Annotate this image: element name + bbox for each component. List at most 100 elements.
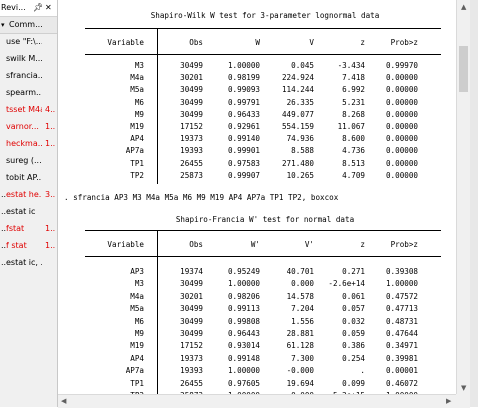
table-cell: 0.99148 (227, 353, 260, 363)
review-item[interactable]: sfrancia... (0, 67, 57, 84)
table-cell: 0.47644 (385, 329, 418, 338)
right-window-edge (470, 0, 478, 407)
table-cell: 30201 (180, 73, 203, 83)
row-variable: M9 (134, 109, 144, 119)
column-header-command[interactable]: Comm... (9, 17, 43, 33)
review-item[interactable]: .. f stat 1.. (0, 237, 57, 254)
table-cell: 0.99113 (227, 304, 260, 314)
table-cell: 0.46072 (385, 378, 418, 388)
review-item[interactable]: ..estat ic, ... (0, 254, 57, 271)
review-column-header[interactable]: ▾ Comm... (0, 17, 57, 34)
table-cell: 30201 (180, 291, 203, 301)
table-cell: 8.268 (342, 109, 365, 119)
sfrancia-top-rule (85, 230, 441, 231)
table-cell: 17152 (180, 341, 203, 351)
review-item-command: estat ic (6, 207, 36, 216)
vertical-scrollbar[interactable]: ▲ ▼ (456, 0, 471, 394)
review-item-command: sfrancia... (6, 71, 42, 80)
sfrancia-title: Shapiro-Francia W' test for normal data (175, 215, 355, 224)
table-cell: 11.067 (337, 122, 365, 131)
table-cell: 17152 (180, 122, 203, 131)
review-item[interactable]: spearm... (0, 84, 57, 101)
review-item-command: estat he... (6, 190, 42, 199)
table-cell: 0.96443 (227, 329, 260, 338)
table-cell: 0.271 (342, 267, 365, 276)
table-cell: 0.00000 (385, 97, 418, 107)
table-cell: 0.99808 (227, 316, 260, 326)
row-variable: AP4 (130, 134, 144, 144)
scroll-up-icon[interactable]: ▲ (461, 2, 466, 12)
table-cell: 30499 (180, 316, 203, 326)
table-cell: 30499 (180, 97, 203, 107)
table-cell: 0.93014 (227, 341, 260, 351)
row-variable: M3 (134, 61, 144, 70)
row-variable: AP7a (125, 366, 144, 376)
review-item-command: use "F:\... (6, 37, 42, 46)
table-cell: 25873 (180, 170, 203, 180)
table-cell: 0.92961 (227, 122, 260, 131)
row-variable: AP3 (130, 267, 144, 276)
table-cell: 0.99970 (385, 61, 418, 70)
table-cell: 0.97605 (227, 378, 260, 388)
table-cell: 4.736 (342, 146, 365, 156)
horizontal-scrollbar[interactable]: ◀ ▶ (58, 394, 470, 408)
table-cell: 30499 (180, 279, 203, 289)
review-item[interactable]: .. fstat 1.. (0, 220, 57, 237)
review-item[interactable]: varnor... 1.. (0, 118, 57, 135)
review-item[interactable]: use "F:\... (0, 33, 57, 50)
review-item[interactable]: sureg (... (0, 152, 57, 169)
table-cell: 0.00000 (385, 134, 418, 144)
table-cell: . (360, 366, 365, 376)
table-cell: 6.992 (342, 85, 365, 95)
sfrancia-header-0: Variable (107, 240, 144, 249)
review-item[interactable]: tsset M4a 4.. (0, 101, 57, 118)
close-icon[interactable]: ✕ (45, 0, 52, 16)
review-item-command: f stat (6, 241, 27, 250)
table-cell: 1.00000 (227, 61, 260, 70)
table-cell: 0.97583 (227, 158, 260, 168)
table-cell: 0.386 (342, 341, 365, 351)
swilk-header-4: z (360, 38, 365, 47)
table-cell: 0.95249 (227, 267, 260, 276)
review-item-rc: 1.. (45, 241, 56, 250)
vertical-scroll-thumb[interactable] (459, 46, 468, 92)
swilk-header-1: Obs (189, 38, 203, 47)
table-cell: 19373 (180, 134, 203, 144)
swilk-title: Shapiro-Wilk W test for 3-parameter logn… (150, 11, 380, 20)
review-item[interactable]: tobit AP... (0, 169, 57, 186)
row-variable: M4a (130, 73, 144, 83)
scroll-down-icon[interactable]: ▼ (461, 383, 466, 393)
sfrancia-header-rule (85, 256, 441, 257)
table-cell: 0.059 (342, 329, 365, 338)
review-item[interactable]: swilk M... (0, 50, 57, 67)
table-cell: -2.6e+14 (328, 279, 365, 289)
table-cell: 19374 (180, 267, 203, 276)
results-window[interactable]: Shapiro-Wilk W test for 3-parameter logn… (60, 0, 456, 407)
table-cell: 30499 (180, 109, 203, 119)
row-variable: TP2 (130, 170, 144, 180)
table-cell: 7.418 (342, 73, 365, 83)
scroll-right-icon[interactable]: ▶ (446, 396, 451, 406)
scrollbar-corner (456, 394, 470, 407)
review-item-rc: 4.. (45, 105, 56, 114)
review-item-rc: 1.. (45, 139, 56, 148)
table-cell: 5.231 (342, 97, 365, 107)
review-item-command: estat ic, ... (6, 258, 42, 267)
table-cell: 0.98199 (227, 73, 260, 83)
table-cell: 0.099 (342, 378, 365, 388)
table-cell: 0.00001 (385, 366, 418, 376)
review-item[interactable]: ..estat he...3.. (0, 186, 57, 203)
review-item[interactable]: heckma... 1.. (0, 135, 57, 152)
table-cell: 0.34971 (385, 341, 418, 351)
swilk-header-5: Prob>z (390, 38, 418, 47)
sfrancia-header-4: z (360, 240, 365, 249)
row-variable: M3 (134, 279, 144, 289)
table-cell: 8.600 (342, 134, 365, 144)
table-cell: 0.254 (342, 353, 365, 363)
table-cell: 30499 (180, 61, 203, 70)
pin-icon[interactable]: 📌︎ (33, 0, 43, 16)
table-cell: 1.00000 (227, 279, 260, 289)
table-cell: 26455 (180, 378, 203, 388)
scroll-left-icon[interactable]: ◀ (61, 396, 66, 406)
review-item[interactable]: .. estat ic (0, 203, 57, 220)
